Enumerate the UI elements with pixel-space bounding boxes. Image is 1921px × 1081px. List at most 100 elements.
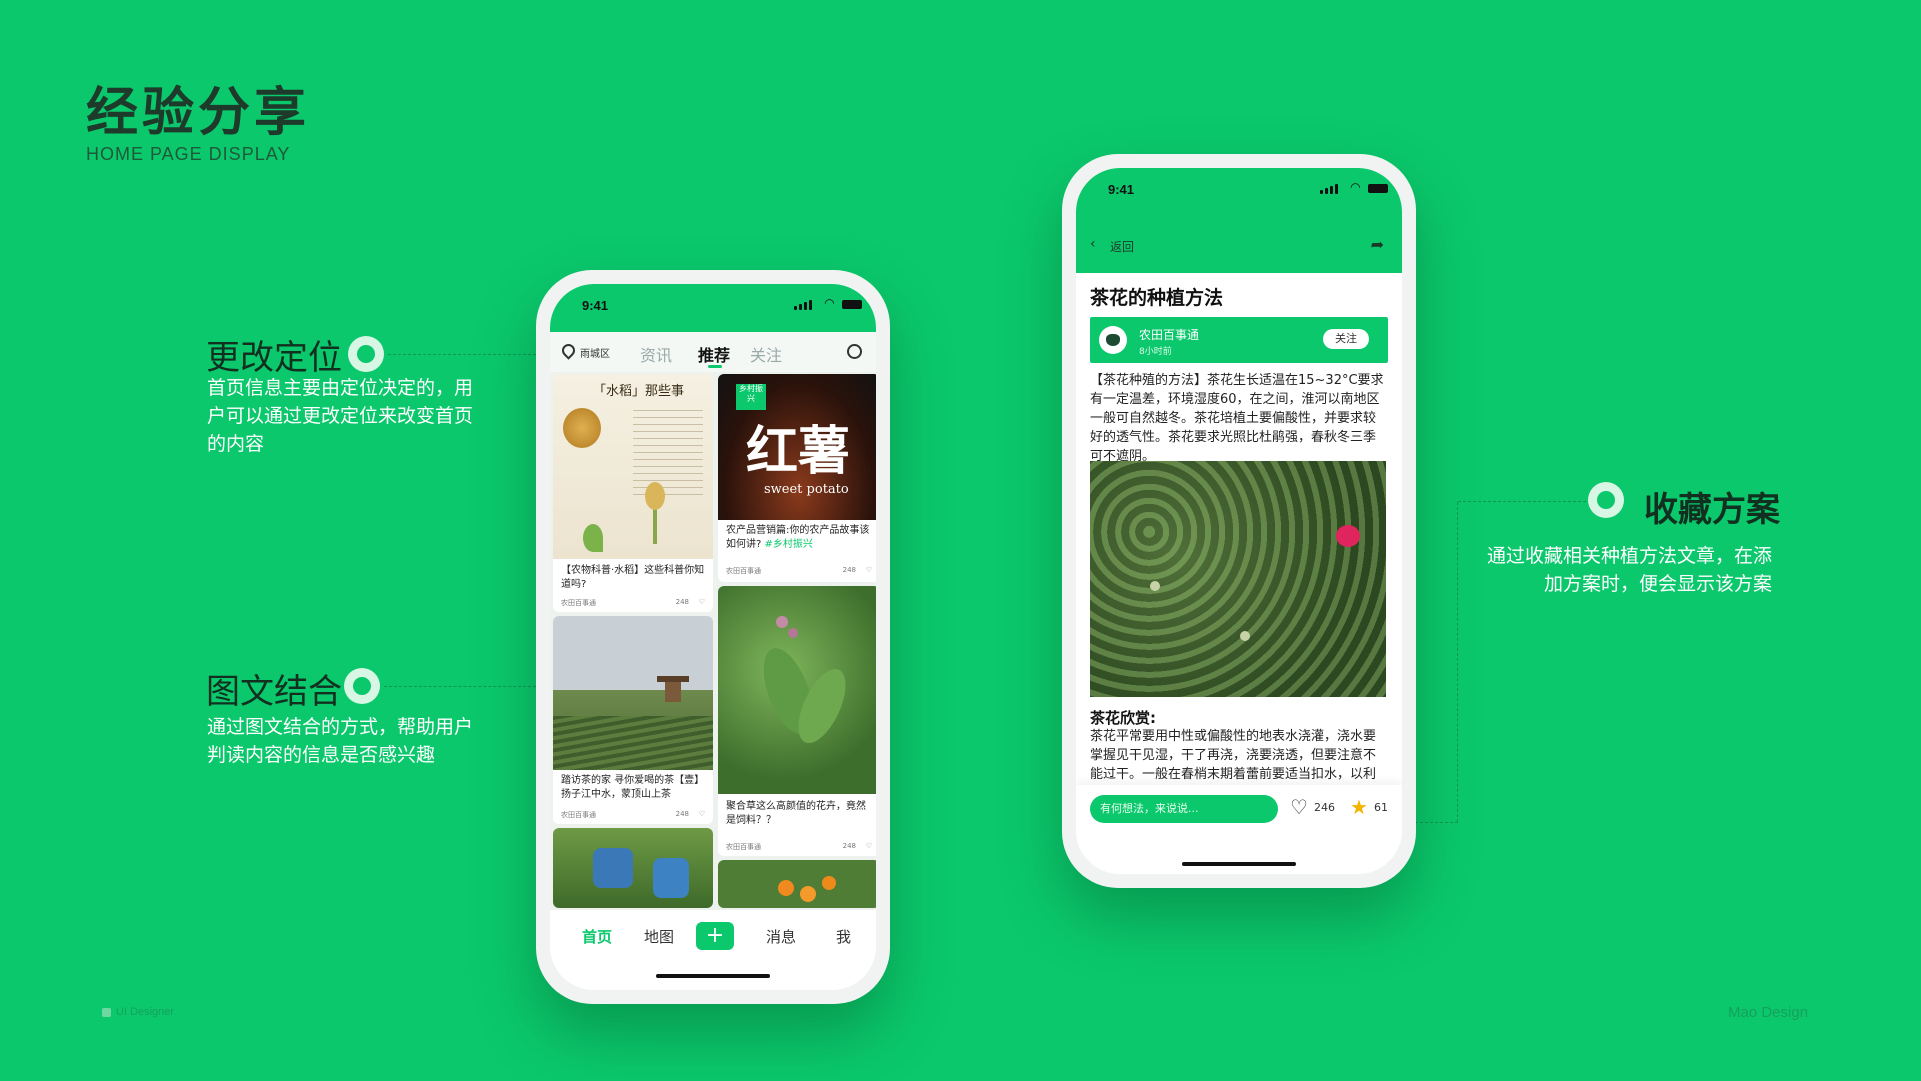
section-text: 茶花平常要用中性或偏酸性的地表水浇灌，浇水要掌握见干见湿，干了再浇，浇要浇透，但… — [1090, 729, 1377, 782]
heart-icon[interactable]: ♡ — [866, 842, 872, 850]
callout-location-title: 更改定位 — [206, 338, 342, 378]
footer-left: UI Designer — [116, 1006, 175, 1018]
callout-connector — [384, 686, 536, 687]
callout-dot-icon — [1588, 482, 1624, 518]
card-overlay-title: 「水稻」那些事 — [593, 384, 685, 399]
callout-dot-icon — [344, 668, 380, 704]
tab-indicator — [708, 365, 722, 368]
card-author: 农田百事通 — [726, 567, 761, 575]
card-author: 农田百事通 — [726, 843, 761, 851]
callout-location-desc: 首页信息主要由定位决定的，用户可以通过更改定位来改变首页的内容 — [207, 377, 474, 455]
callout-imagetext-title: 图文结合 — [206, 672, 342, 712]
phone-article-screen: 9:41 ◠ ‹ 返回 ➦ 茶花的种植方法 农田百事通 8小时前 关注 【茶花种… — [1076, 168, 1402, 874]
like-count: 246 — [1314, 801, 1335, 814]
card-meta: 农田百事通 248 ♡ — [561, 810, 705, 820]
feed-card[interactable]: 乡村振兴 红薯 sweet potato 农产品营销篇:你的农产品故事该如何讲?… — [718, 374, 876, 582]
phone-article: 9:41 ◠ ‹ 返回 ➦ 茶花的种植方法 农田百事通 8小时前 关注 【茶花种… — [1062, 154, 1416, 888]
post-time: 8小时前 — [1139, 347, 1172, 357]
card-caption: 农产品营销篇:你的农产品故事该如何讲? #乡村振兴 — [726, 525, 870, 550]
search-icon[interactable] — [847, 344, 862, 359]
article-body: 茶花的种植方法 农田百事通 8小时前 关注 【茶花种殖的方法】茶花生长适温在15… — [1076, 273, 1402, 874]
callout-collect-title: 收藏方案 — [1644, 490, 1780, 530]
location-pin-icon[interactable] — [559, 341, 578, 360]
callout-imagetext-desc: 通过图文结合的方式，帮助用户判读内容的信息是否感兴趣 — [207, 716, 474, 766]
top-nav: 雨城区 资讯 推荐 关注 — [550, 332, 876, 372]
add-post-button[interactable]: + — [696, 922, 734, 950]
page-title: 经验分享 — [86, 83, 311, 143]
card-likes: 248 — [842, 566, 856, 574]
callout-connector — [1458, 501, 1586, 502]
tabbar-me[interactable]: 我 — [836, 926, 851, 947]
tabbar-messages[interactable]: 消息 — [766, 926, 796, 947]
camellia-flower — [1336, 525, 1360, 547]
card-meta: 农田百事通 248 ♡ — [726, 842, 872, 852]
feed-card[interactable]: 踏访茶的家 寻你爱喝的茶【壹】扬子江中水，蒙顶山上茶 农田百事通 248 ♡ — [553, 616, 713, 824]
star-icon[interactable]: ★ — [1350, 795, 1368, 819]
card-caption: 踏访茶的家 寻你爱喝的茶【壹】扬子江中水，蒙顶山上茶 — [561, 775, 705, 800]
callout-collect-desc: 通过收藏相关种植方法文章，在添加方案时，便会显示该方案 — [1486, 545, 1772, 595]
article-image — [1090, 461, 1386, 697]
article-intro: 【茶花种殖的方法】茶花生长适温在15~32°C要求有一定温差，环境湿度60，在之… — [1090, 373, 1384, 464]
card-image: 乡村振兴 红薯 sweet potato — [718, 374, 876, 520]
heart-icon[interactable]: ♡ — [1290, 795, 1308, 819]
tabbar-home[interactable]: 首页 — [582, 926, 612, 947]
callout-connector — [1410, 822, 1458, 823]
location-label[interactable]: 雨城区 — [580, 345, 610, 360]
footer-mark-icon — [102, 1008, 111, 1017]
author-bar: 农田百事通 8小时前 关注 — [1090, 317, 1388, 363]
wifi-icon: ◠ — [824, 296, 834, 310]
card-likes: 248 — [675, 598, 689, 606]
share-icon[interactable]: ➦ — [1371, 235, 1384, 254]
heart-icon[interactable]: ♡ — [699, 598, 705, 606]
star-count: 61 — [1374, 801, 1388, 814]
phone-home: 9:41 ◠ 雨城区 资讯 推荐 关注 「水稻」那些事 【农物科普·水稻】这些科… — [536, 270, 890, 1004]
card-meta: 农田百事通 248 ♡ — [561, 598, 705, 608]
card-likes: 248 — [842, 842, 856, 850]
wifi-icon: ◠ — [1350, 180, 1360, 194]
callout-dot-icon — [348, 336, 384, 372]
home-indicator — [656, 974, 770, 978]
follow-button[interactable]: 关注 — [1323, 329, 1369, 349]
tab-recommend[interactable]: 推荐 — [698, 342, 730, 366]
status-bar: 9:41 ◠ — [1076, 168, 1402, 204]
back-chevron-icon[interactable]: ‹ — [1090, 236, 1096, 252]
card-overlay-title: 红薯 — [746, 421, 851, 482]
back-button[interactable]: 返回 — [1110, 238, 1134, 255]
status-bar: 9:41 ◠ — [550, 284, 876, 320]
phone-home-screen: 9:41 ◠ 雨城区 资讯 推荐 关注 「水稻」那些事 【农物科普·水稻】这些科… — [550, 284, 876, 990]
card-image — [553, 828, 713, 908]
comment-input[interactable]: 有何想法，来说说... — [1090, 795, 1278, 823]
signal-icon — [794, 300, 812, 310]
card-caption: 【农物科普·水稻】这些科普你知道吗? — [561, 565, 705, 590]
signal-icon — [1320, 184, 1338, 194]
status-time: 9:41 — [582, 298, 609, 313]
card-badge: 乡村振兴 — [736, 384, 766, 410]
card-image: 「水稻」那些事 — [553, 374, 713, 559]
heart-icon[interactable]: ♡ — [866, 566, 872, 574]
article-header: 9:41 ◠ ‹ 返回 ➦ — [1076, 168, 1402, 273]
card-image — [553, 616, 713, 770]
card-image — [718, 860, 876, 908]
heart-icon[interactable]: ♡ — [699, 810, 705, 818]
feed-card[interactable] — [718, 860, 876, 908]
home-indicator — [1182, 862, 1296, 866]
card-image — [718, 586, 876, 794]
tab-follow[interactable]: 关注 — [750, 342, 782, 366]
tab-news[interactable]: 资讯 — [640, 342, 672, 366]
card-likes: 248 — [675, 810, 689, 818]
feed-card[interactable]: 「水稻」那些事 【农物科普·水稻】这些科普你知道吗? 农田百事通 248 ♡ — [553, 374, 713, 612]
author-name[interactable]: 农田百事通 — [1139, 326, 1199, 343]
feed: 「水稻」那些事 【农物科普·水稻】这些科普你知道吗? 农田百事通 248 ♡ 乡 — [550, 372, 876, 910]
footer-right: Mao Design — [1728, 1004, 1809, 1021]
feed-card[interactable] — [553, 828, 713, 908]
battery-icon — [842, 300, 862, 309]
feed-card[interactable]: 聚合草这么高颜值的花卉，竟然是饲料？？ 农田百事通 248 ♡ — [718, 586, 876, 856]
battery-icon — [1368, 184, 1388, 193]
comment-bar: 有何想法，来说说... ♡ 246 ★ 61 — [1076, 785, 1402, 845]
article-title: 茶花的种植方法 — [1090, 287, 1224, 309]
card-author: 农田百事通 — [561, 811, 596, 819]
avatar[interactable] — [1099, 326, 1127, 354]
tabbar-map[interactable]: 地图 — [644, 926, 674, 947]
callout-connector — [1457, 502, 1458, 822]
card-author: 农田百事通 — [561, 599, 596, 607]
